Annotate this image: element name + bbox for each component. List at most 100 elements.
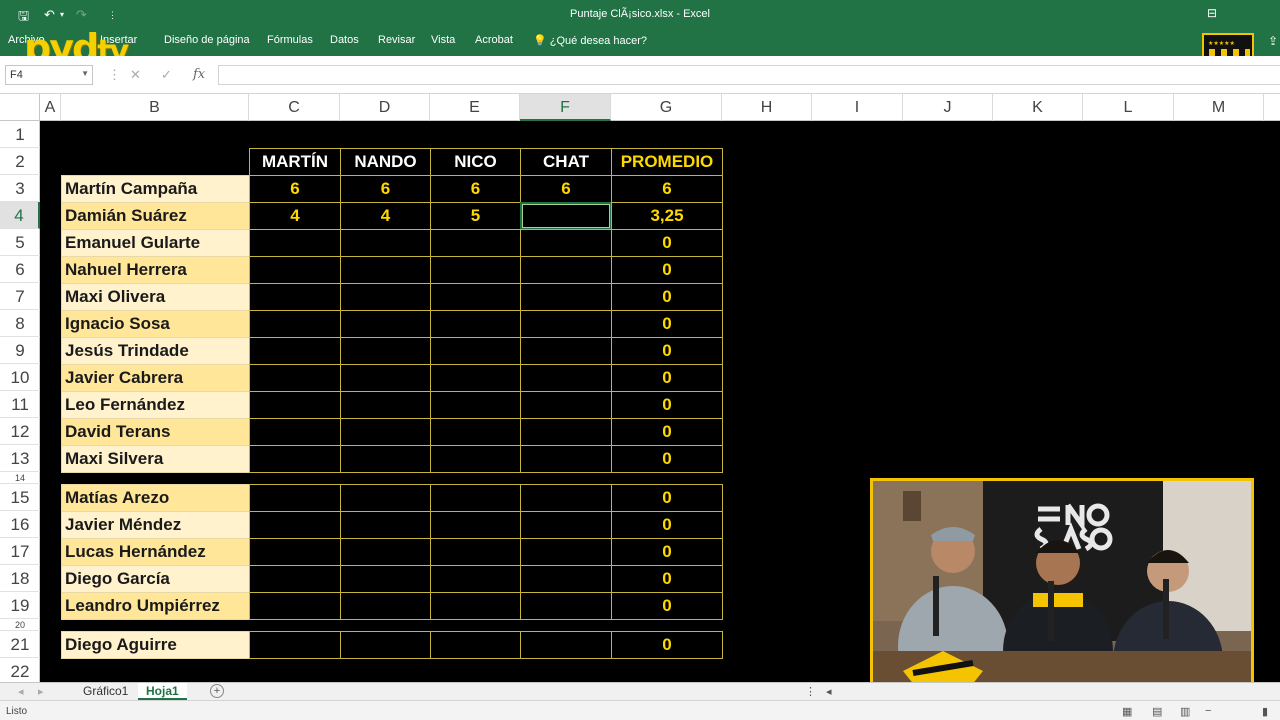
average-cell[interactable]: 0: [611, 418, 723, 446]
average-cell[interactable]: 0: [611, 283, 723, 311]
player-name-cell[interactable]: Diego García: [61, 565, 250, 593]
row-header-19[interactable]: 19: [0, 592, 40, 619]
player-name-cell[interactable]: Diego Aguirre: [61, 631, 250, 659]
score-cell[interactable]: [520, 283, 612, 311]
row-header-4[interactable]: 4: [0, 202, 40, 229]
tab-diseno-pagina[interactable]: Diseño de página: [164, 34, 250, 46]
row-header-22[interactable]: 22: [0, 658, 40, 685]
score-cell[interactable]: [249, 364, 341, 392]
column-header-g[interactable]: G: [611, 94, 722, 121]
tab-vista[interactable]: Vista: [431, 34, 455, 46]
row-header-21[interactable]: 21: [0, 631, 40, 658]
tab-formulas[interactable]: Fórmulas: [267, 34, 313, 46]
row-header-6[interactable]: 6: [0, 256, 40, 283]
row-header-12[interactable]: 12: [0, 418, 40, 445]
score-cell[interactable]: [520, 631, 612, 659]
average-cell[interactable]: 0: [611, 631, 723, 659]
score-cell[interactable]: [249, 565, 341, 593]
ribbon-display-icon[interactable]: ⊟: [1207, 6, 1217, 20]
column-header-i[interactable]: I: [812, 94, 903, 121]
score-cell[interactable]: [430, 364, 521, 392]
normal-view-icon[interactable]: ▦: [1122, 705, 1132, 718]
table-header-g[interactable]: PROMEDIO: [611, 148, 723, 176]
add-sheet-button[interactable]: +: [210, 684, 224, 698]
score-cell[interactable]: [430, 391, 521, 419]
row-header-20[interactable]: 20: [0, 619, 40, 631]
player-name-cell[interactable]: Martín Campaña: [61, 175, 250, 203]
score-cell[interactable]: [340, 418, 431, 446]
score-cell[interactable]: [520, 310, 612, 338]
player-name-cell[interactable]: Emanuel Gularte: [61, 229, 250, 257]
score-cell[interactable]: [249, 256, 341, 284]
score-cell[interactable]: [430, 565, 521, 593]
score-cell[interactable]: 4: [340, 202, 431, 230]
player-name-cell[interactable]: Maxi Olivera: [61, 283, 250, 311]
score-cell[interactable]: [520, 364, 612, 392]
score-cell[interactable]: [430, 418, 521, 446]
scroll-right-icon[interactable]: ▸: [38, 685, 44, 698]
average-cell[interactable]: 0: [611, 538, 723, 566]
enter-icon[interactable]: ✓: [161, 67, 172, 83]
table-header-c[interactable]: MARTÍN: [249, 148, 341, 176]
score-cell[interactable]: [340, 631, 431, 659]
sheet-tab-hoja1[interactable]: Hoja1: [138, 683, 187, 700]
score-cell[interactable]: [340, 511, 431, 539]
tab-split-handle-icon[interactable]: ⋮: [805, 685, 816, 698]
score-cell[interactable]: [249, 631, 341, 659]
score-cell[interactable]: [430, 592, 521, 620]
row-header-15[interactable]: 15: [0, 484, 40, 511]
row-header-17[interactable]: 17: [0, 538, 40, 565]
score-cell[interactable]: [249, 445, 341, 473]
column-header-f[interactable]: F: [520, 94, 611, 121]
average-cell[interactable]: 0: [611, 592, 723, 620]
column-header-k[interactable]: K: [993, 94, 1083, 121]
name-box[interactable]: F4 ▼: [5, 65, 93, 85]
score-cell[interactable]: [520, 337, 612, 365]
score-cell[interactable]: [340, 283, 431, 311]
score-cell[interactable]: [340, 337, 431, 365]
column-header-h[interactable]: H: [722, 94, 812, 121]
row-header-2[interactable]: 2: [0, 148, 40, 175]
column-header-e[interactable]: E: [430, 94, 520, 121]
average-cell[interactable]: 0: [611, 337, 723, 365]
scroll-left-icon[interactable]: ◂: [18, 685, 24, 698]
player-name-cell[interactable]: Jesús Trindade: [61, 337, 250, 365]
table-header-f[interactable]: CHAT: [520, 148, 612, 176]
zoom-out-icon[interactable]: −: [1205, 705, 1211, 717]
score-cell[interactable]: [340, 364, 431, 392]
table-header-e[interactable]: NICO: [430, 148, 521, 176]
score-cell[interactable]: [520, 418, 612, 446]
score-cell[interactable]: [430, 445, 521, 473]
score-cell[interactable]: [430, 484, 521, 512]
score-cell[interactable]: [249, 418, 341, 446]
player-name-cell[interactable]: Ignacio Sosa: [61, 310, 250, 338]
row-header-13[interactable]: 13: [0, 445, 40, 472]
average-cell[interactable]: 0: [611, 445, 723, 473]
column-header-a[interactable]: A: [40, 94, 61, 121]
score-cell[interactable]: [249, 310, 341, 338]
score-cell[interactable]: [249, 592, 341, 620]
tell-me-box[interactable]: 💡 ¿Qué desea hacer?: [533, 34, 647, 47]
score-cell[interactable]: [520, 538, 612, 566]
player-name-cell[interactable]: Damián Suárez: [61, 202, 250, 230]
row-header-5[interactable]: 5: [0, 229, 40, 256]
select-all-corner[interactable]: [0, 94, 40, 121]
name-box-dropdown-icon[interactable]: ▼: [81, 69, 89, 78]
column-header-l[interactable]: L: [1083, 94, 1174, 121]
player-name-cell[interactable]: Maxi Silvera: [61, 445, 250, 473]
score-cell[interactable]: [340, 229, 431, 257]
zoom-slider-icon[interactable]: ▮: [1262, 705, 1268, 718]
score-cell[interactable]: [340, 484, 431, 512]
average-cell[interactable]: 3,25: [611, 202, 723, 230]
score-cell[interactable]: [430, 511, 521, 539]
average-cell[interactable]: 0: [611, 229, 723, 257]
score-cell[interactable]: [249, 283, 341, 311]
average-cell[interactable]: 0: [611, 511, 723, 539]
average-cell[interactable]: 0: [611, 364, 723, 392]
score-cell[interactable]: [340, 391, 431, 419]
score-cell[interactable]: [520, 256, 612, 284]
score-cell[interactable]: [520, 484, 612, 512]
score-cell[interactable]: [249, 229, 341, 257]
player-name-cell[interactable]: Leandro Umpiérrez: [61, 592, 250, 620]
average-cell[interactable]: 0: [611, 391, 723, 419]
